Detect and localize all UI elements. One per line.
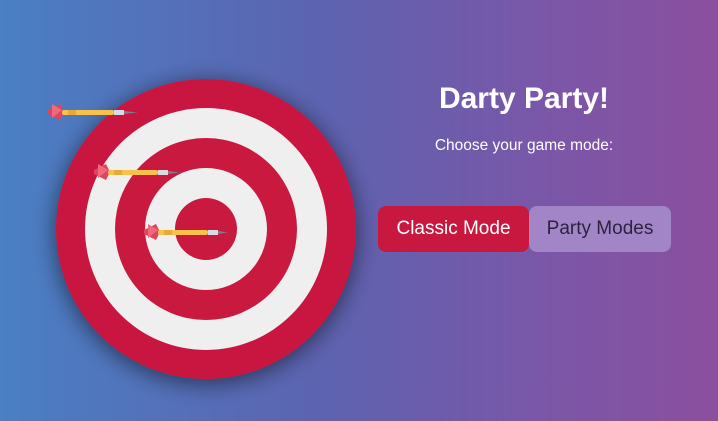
board-bullseye: [175, 198, 237, 260]
page-title: Darty Party!: [438, 82, 610, 115]
mode-panel: Darty Party! Choose your game mode: Clas…: [370, 0, 718, 421]
classic-mode-button[interactable]: Classic Mode: [378, 206, 529, 252]
dartboard-icon: [48, 79, 356, 379]
dartboard-area: [30, 60, 390, 400]
mode-prompt: Choose your game mode:: [434, 137, 614, 154]
party-modes-button[interactable]: Party Modes: [529, 206, 671, 252]
